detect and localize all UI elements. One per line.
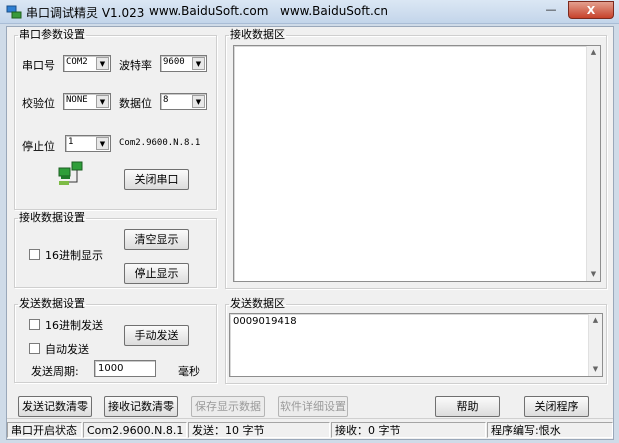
port-select[interactable]: COM2 ▼	[63, 55, 111, 72]
scroll-down-icon[interactable]: ▼	[587, 268, 600, 281]
app-icon	[6, 5, 22, 19]
close-port-button[interactable]: 关闭串口	[124, 169, 189, 190]
title-bar: 串口调试精灵 V1.023 www.BaiduSoft.com www.Baid…	[0, 0, 619, 24]
port-label: 串口号	[22, 59, 55, 72]
hex-display-checkbox[interactable]	[29, 249, 40, 260]
status-author: 程序编写:恨水	[487, 422, 613, 438]
databits-label: 数据位	[119, 97, 152, 110]
status-bar: 串口开启状态 Com2.9600.N.8.1 发送：10 字节 接收：0 字节 …	[7, 418, 613, 440]
baud-select[interactable]: 9600 ▼	[160, 55, 207, 72]
auto-send-label: 自动发送	[45, 343, 89, 356]
clear-display-button[interactable]: 清空显示	[124, 229, 189, 250]
stopbits-value: 1	[68, 137, 74, 147]
parity-value: NONE	[66, 95, 88, 105]
chevron-down-icon: ▼	[96, 95, 109, 108]
stopbits-label: 停止位	[22, 140, 55, 153]
send-settings-legend: 发送数据设置	[19, 297, 85, 310]
parity-select[interactable]: NONE ▼	[63, 93, 111, 110]
status-port-state: 串口开启状态	[7, 422, 82, 438]
config-summary: Com2.9600.N.8.1	[119, 138, 201, 148]
send-scrollbar[interactable]: ▲ ▼	[588, 314, 602, 376]
send-period-label: 发送周期:	[31, 365, 79, 378]
auto-send-checkbox[interactable]	[29, 343, 40, 354]
window-title: 串口调试精灵 V1.023	[26, 6, 145, 20]
chevron-down-icon: ▼	[96, 57, 109, 70]
status-received-bytes: 接收：0 字节	[331, 422, 486, 438]
manual-send-button[interactable]: 手动发送	[124, 325, 189, 346]
save-display-button[interactable]: 保存显示数据	[191, 396, 265, 417]
close-button[interactable]: X	[568, 1, 614, 19]
main-window: 串口参数设置 串口号 COM2 ▼ 波特率 9600 ▼ 校验位 NONE ▼ …	[6, 26, 614, 440]
title-website-cn: www.BaiduSoft.cn	[280, 4, 388, 18]
send-textarea[interactable]: 0009019418 ▲ ▼	[229, 313, 603, 377]
scroll-up-icon[interactable]: ▲	[589, 314, 602, 327]
close-program-button[interactable]: 关闭程序	[524, 396, 589, 417]
parity-label: 校验位	[22, 97, 55, 110]
receive-settings-legend: 接收数据设置	[19, 211, 85, 224]
help-button[interactable]: 帮助	[435, 396, 500, 417]
status-sent-bytes: 发送：10 字节	[188, 422, 330, 438]
baud-value: 9600	[163, 57, 185, 67]
receive-content	[234, 46, 600, 50]
minimize-button[interactable]: —	[538, 1, 564, 19]
chevron-down-icon: ▼	[192, 57, 205, 70]
hex-send-checkbox[interactable]	[29, 319, 40, 330]
baud-label: 波特率	[119, 59, 152, 72]
hex-send-label: 16进制发送	[45, 319, 103, 332]
period-unit-label: 毫秒	[178, 365, 200, 378]
chevron-down-icon: ▼	[192, 95, 205, 108]
databits-select[interactable]: 8 ▼	[160, 93, 207, 110]
send-content: 0009019418	[233, 316, 297, 327]
scroll-down-icon[interactable]: ▼	[589, 363, 602, 376]
scroll-up-icon[interactable]: ▲	[587, 46, 600, 59]
receive-textarea[interactable]: ▲ ▼	[233, 45, 601, 282]
title-website-com: www.BaiduSoft.com	[149, 4, 269, 18]
stopbits-select[interactable]: 1 ▼	[65, 135, 111, 152]
port-value: COM2	[66, 57, 88, 67]
send-area-legend: 发送数据区	[230, 297, 285, 310]
clear-recv-count-button[interactable]: 接收记数清零	[104, 396, 178, 417]
clear-send-count-button[interactable]: 发送记数清零	[18, 396, 92, 417]
receive-area-legend: 接收数据区	[230, 28, 285, 41]
detail-settings-button[interactable]: 软件详细设置	[278, 396, 348, 417]
send-period-input[interactable]: 1000	[94, 360, 156, 377]
receive-scrollbar[interactable]: ▲ ▼	[586, 46, 600, 281]
hex-display-label: 16进制显示	[45, 249, 103, 262]
databits-value: 8	[163, 95, 169, 105]
status-port-config: Com2.9600.N.8.1	[83, 422, 187, 438]
port-settings-legend: 串口参数设置	[19, 28, 85, 41]
chevron-down-icon: ▼	[96, 137, 109, 150]
serial-connection-icon	[58, 161, 83, 185]
stop-display-button[interactable]: 停止显示	[124, 263, 189, 284]
